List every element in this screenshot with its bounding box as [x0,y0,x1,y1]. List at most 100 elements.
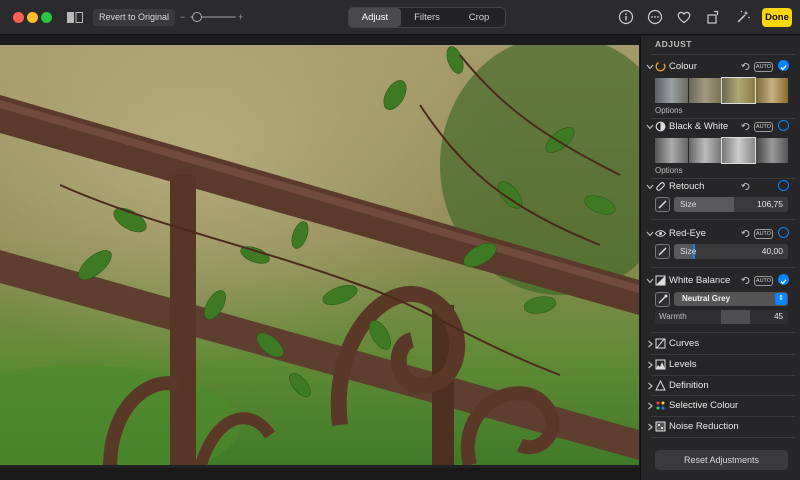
chevron-right-icon[interactable] [646,339,654,349]
thumbnail[interactable] [655,78,688,103]
auto-button[interactable]: AUTO [754,122,773,132]
selective-colour-icon [656,401,665,410]
noise-reduction-label: Noise Reduction [669,421,739,432]
retouch-enabled-checkbox[interactable] [778,180,789,191]
retouch-size-slider[interactable]: Size 106,75 [674,197,788,212]
chevron-right-icon[interactable] [646,381,654,391]
toolbar: Revert to Original − + Adjust Filters Cr… [0,0,800,35]
fullscreen-window-button[interactable] [41,12,52,23]
auto-button[interactable]: AUTO [754,229,773,239]
magic-wand-icon[interactable] [735,9,751,25]
colour-label: Colour [669,61,697,72]
undo-icon[interactable] [741,122,750,131]
thumbnail[interactable] [755,78,788,103]
chevron-right-icon[interactable] [646,360,654,370]
divider [651,395,795,396]
zoom-in-icon: + [238,12,244,22]
photo-canvas[interactable] [0,45,639,468]
zoom-knob[interactable] [192,12,203,22]
photo-image [0,45,639,468]
retouch-section-header[interactable]: Retouch [641,179,800,195]
chevron-right-icon[interactable] [646,401,654,411]
retouch-label: Retouch [669,181,705,192]
bw-section-header[interactable]: Black & White AUTO [641,119,800,135]
retouch-brush-button[interactable] [655,197,670,212]
divider [651,354,795,355]
eyedropper-button[interactable] [655,292,670,307]
curves-section-header[interactable]: Curves [641,336,800,354]
checkmark-icon [780,65,787,71]
levels-icon [655,359,666,370]
selective-colour-section-header[interactable]: Selective Colour [641,398,800,416]
chevron-down-icon[interactable] [646,182,654,192]
colour-options-link[interactable]: Options [655,106,683,115]
undo-icon[interactable] [741,229,750,238]
definition-section-header[interactable]: Definition [641,378,800,396]
undo-icon[interactable] [741,182,750,191]
auto-button[interactable]: AUTO [754,62,773,72]
noise-reduction-section-header[interactable]: Noise Reduction [641,419,800,437]
tab-adjust[interactable]: Adjust [349,8,401,27]
checkmark-icon [780,279,787,285]
wb-tool-row: Neutral Grey ⇕ [655,292,788,307]
eyedropper-icon [658,294,668,304]
done-button[interactable]: Done [762,8,792,27]
warmth-fill [721,310,750,324]
thumbnail-selected[interactable] [721,137,756,164]
redeye-size-slider[interactable]: Size 40,00 [674,244,788,259]
retouch-tool-row: Size 106,75 [655,197,788,212]
photos-edit-window: Revert to Original − + Adjust Filters Cr… [0,0,800,480]
bw-label: Black & White [669,121,729,132]
undo-icon[interactable] [741,276,750,285]
rotate-icon[interactable] [705,9,721,25]
thumbnail[interactable] [655,138,688,163]
thumbnail[interactable] [755,138,788,163]
revert-to-original-button[interactable]: Revert to Original [93,9,176,26]
divider [651,267,795,268]
tab-crop[interactable]: Crop [453,8,505,27]
undo-icon[interactable] [741,62,750,71]
divider [651,437,795,438]
colour-icon [655,61,666,72]
chevron-down-icon[interactable] [646,229,654,239]
heart-icon[interactable] [676,9,692,25]
wb-section-header[interactable]: White Balance AUTO [641,273,800,289]
bw-thumbnails[interactable] [655,137,788,164]
redeye-section-header[interactable]: Red-Eye AUTO [641,226,800,242]
redeye-brush-button[interactable] [655,244,670,259]
wb-mode-select[interactable]: Neutral Grey ⇕ [674,292,788,306]
divider [651,332,795,333]
zoom-slider[interactable]: − + [180,11,246,23]
chevron-down-icon[interactable] [646,122,654,132]
auto-button[interactable]: AUTO [754,276,773,286]
levels-section-header[interactable]: Levels [641,357,800,375]
thumbnail[interactable] [688,78,721,103]
thumbnail-selected[interactable] [721,77,756,104]
bw-enabled-checkbox[interactable] [778,120,789,131]
redeye-enabled-checkbox[interactable] [778,227,789,238]
colour-thumbnails[interactable] [655,77,788,104]
reset-adjustments-button[interactable]: Reset Adjustments [655,450,788,470]
colour-section-header[interactable]: Colour AUTO [641,59,800,75]
warmth-slider[interactable]: Warmth 45 [655,310,788,324]
minimize-window-button[interactable] [27,12,38,23]
thumbnail[interactable] [688,138,721,163]
info-icon[interactable] [618,9,634,25]
chevron-down-icon[interactable] [646,62,654,72]
chevron-right-icon[interactable] [646,422,654,432]
redeye-label: Red-Eye [669,228,706,239]
compare-icon[interactable] [67,12,83,23]
colour-enabled-checkbox[interactable] [778,60,789,71]
divider [651,219,795,220]
slider-label: Size [680,246,697,256]
wb-enabled-checkbox[interactable] [778,274,789,285]
close-window-button[interactable] [13,12,24,23]
divider [651,416,795,417]
tab-filters[interactable]: Filters [401,8,453,27]
divider [651,54,795,55]
selective-colour-label: Selective Colour [669,400,739,411]
bandage-icon [656,182,665,191]
bw-options-link[interactable]: Options [655,166,683,175]
more-icon[interactable] [647,9,663,25]
chevron-down-icon[interactable] [646,276,654,286]
